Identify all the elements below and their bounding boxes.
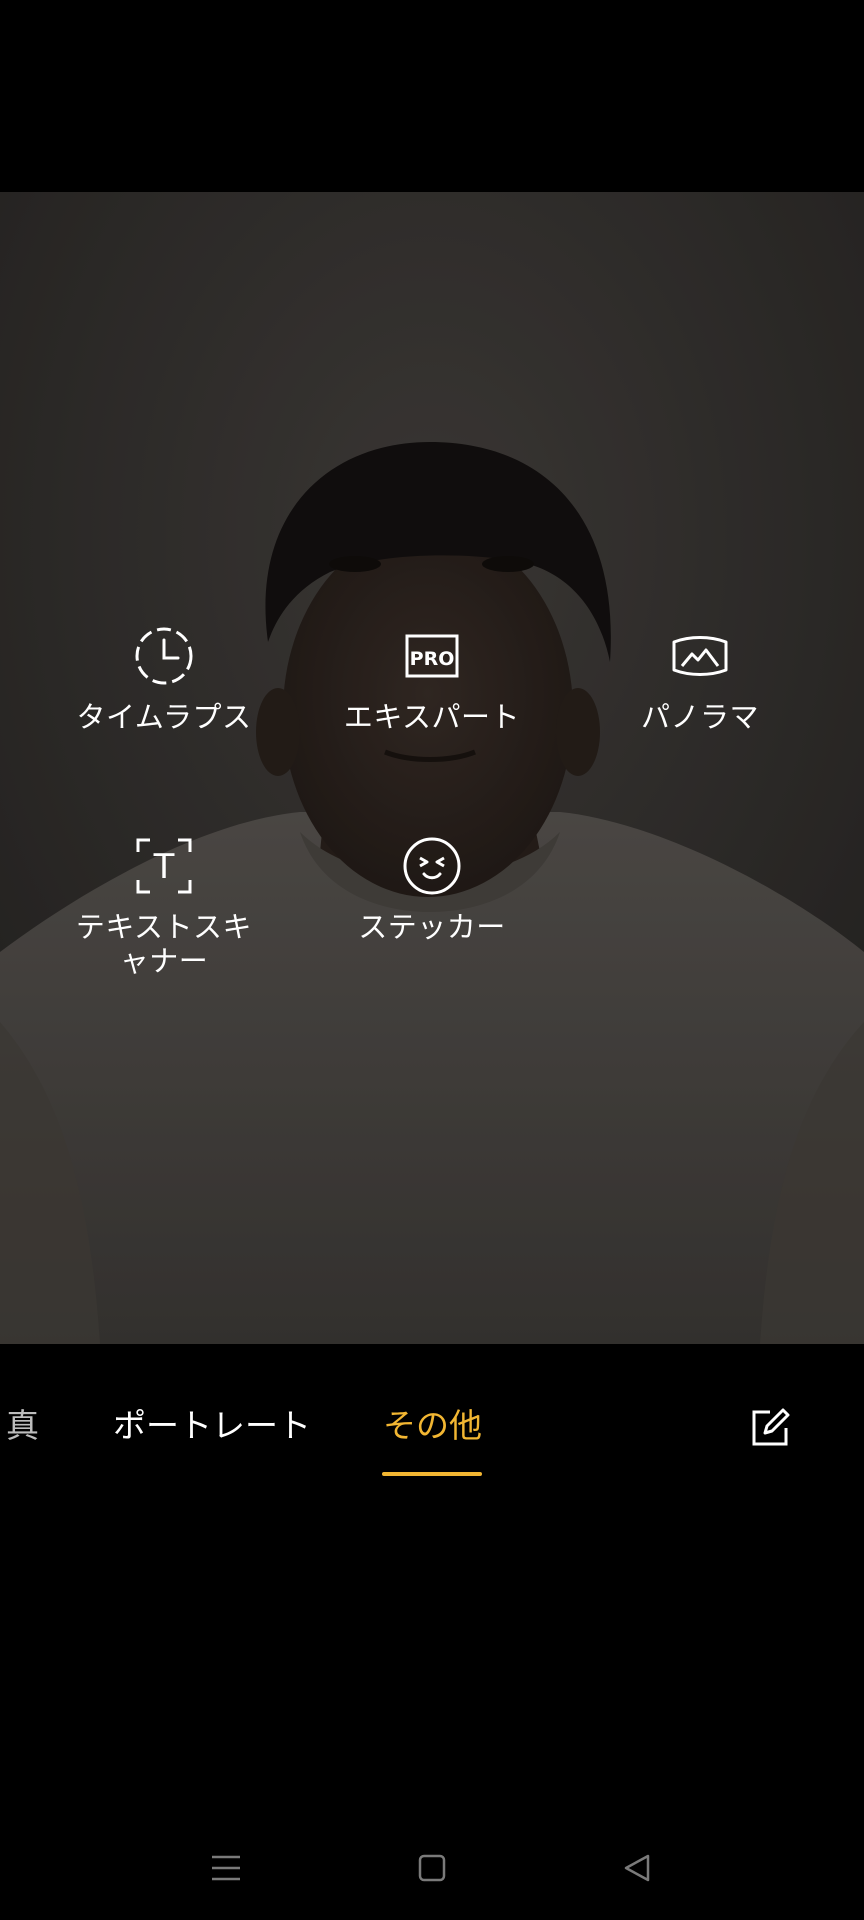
system-navbar (0, 1830, 864, 1910)
mode-label: エキスパート (343, 700, 521, 734)
mode-tab-portrait[interactable]: ポートレート (113, 1406, 311, 1446)
mode-label: テキストスキ ャナー (76, 910, 252, 978)
mode-timelapse[interactable]: タイムラプス (64, 624, 264, 734)
preview-dim-overlay (0, 192, 864, 1344)
timelapse-clock-icon (135, 627, 193, 685)
mode-label-line2: ャナー (119, 944, 209, 978)
back-icon[interactable] (618, 1848, 658, 1888)
mode-expert[interactable]: PRO エキスパート (332, 624, 532, 734)
edit-icon[interactable] (748, 1406, 792, 1450)
mode-text-scanner[interactable]: T テキストスキ ャナー (64, 834, 264, 978)
pro-icon-text: PRO (410, 648, 455, 670)
mode-label: ステッカー (358, 910, 506, 944)
panorama-mountain-icon (672, 636, 728, 676)
active-tab-underline (382, 1472, 482, 1476)
sticker-face-icon (403, 837, 461, 895)
mode-sticker[interactable]: ステッカー (332, 834, 532, 944)
text-scanner-icon: T (136, 838, 192, 894)
mode-label: パノラマ (640, 700, 759, 734)
text-scanner-icon-text: T (153, 847, 175, 887)
mode-panorama[interactable]: パノラマ (600, 624, 800, 734)
camera-viewfinder[interactable]: タイムラプス PRO エキスパート パノラマ T テキストスキ ャナー ステッカ… (0, 192, 864, 1344)
mode-tab-photo[interactable]: 真 (6, 1406, 39, 1446)
mode-tab-more[interactable]: その他 (383, 1406, 482, 1446)
home-icon[interactable] (412, 1848, 452, 1888)
menu-icon[interactable] (206, 1848, 246, 1888)
pro-icon: PRO (405, 634, 459, 678)
mode-label: タイムラプス (76, 700, 252, 734)
mode-label-line1: テキストスキ (75, 910, 253, 944)
